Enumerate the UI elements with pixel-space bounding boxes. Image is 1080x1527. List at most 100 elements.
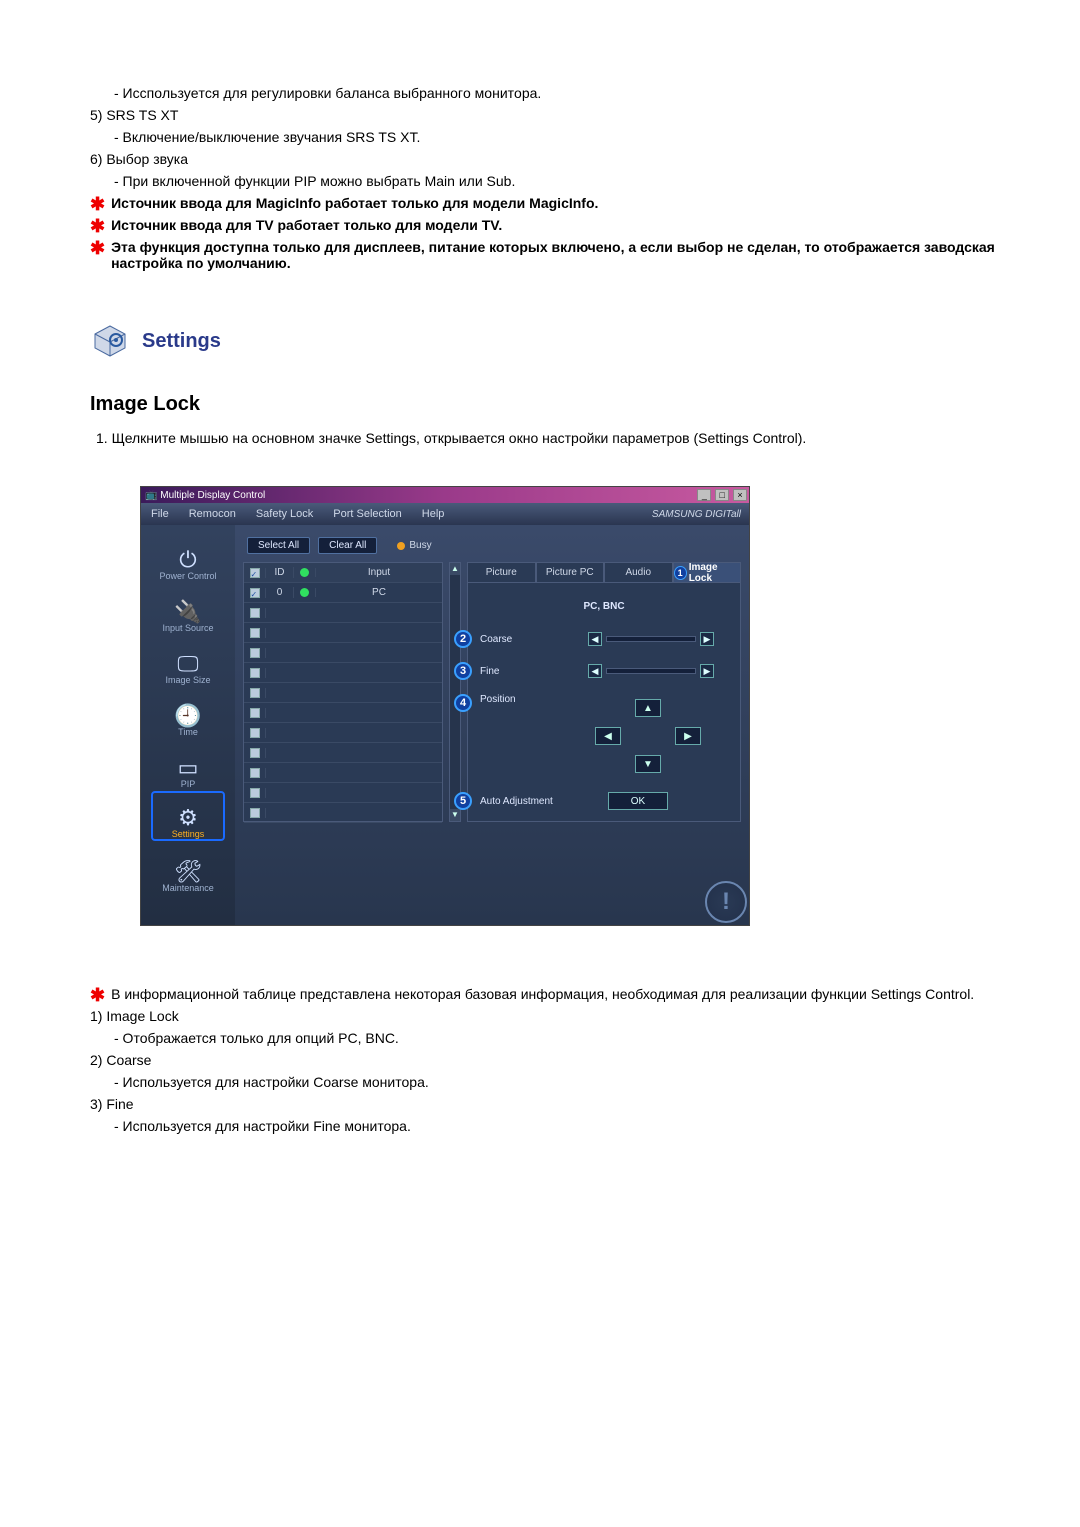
slider-track[interactable] (606, 636, 696, 642)
slider-right-icon[interactable]: ▶ (700, 664, 714, 678)
sidebar-item-settings[interactable]: ⚙ Settings (151, 791, 225, 841)
col-id: ID (266, 567, 294, 578)
star-note-2-text: Источник ввода для TV работает только дл… (111, 217, 502, 233)
star-icon: ✱ (90, 986, 105, 1004)
tab-picture[interactable]: Picture (467, 562, 536, 582)
row-check[interactable] (250, 708, 260, 718)
pip-icon: ▭ (178, 757, 199, 779)
row-check[interactable] (250, 588, 260, 598)
position-label: Position (480, 694, 580, 705)
coarse-row: 2 Coarse ◀ ▶ (476, 630, 732, 648)
tab-image-lock[interactable]: 1 Image Lock (673, 562, 742, 582)
menu-file[interactable]: File (141, 508, 179, 520)
busy-indicator: Busy (397, 540, 431, 551)
sidebar-item-power-control[interactable]: ⏻ Power Control (151, 531, 225, 581)
top-actions: Select All Clear All Busy (247, 537, 741, 554)
grid-row (244, 723, 442, 743)
app-body: ⏻ Power Control 🔌 Input Source 🖵 Image S… (141, 525, 749, 925)
row-check[interactable] (250, 628, 260, 638)
sidebar-item-label: Maintenance (162, 883, 214, 893)
bottom-item-1-sub: - Отображается только для опций PC, BNC. (114, 1030, 1000, 1046)
titlebar: 📺 Multiple Display Control _ □ × (141, 487, 749, 503)
pos-left-button[interactable]: ◀ (595, 727, 621, 745)
slider-left-icon[interactable]: ◀ (588, 632, 602, 646)
star-note-3-text: Эта функция доступна только для дисплеев… (111, 239, 1000, 271)
row-check[interactable] (250, 688, 260, 698)
menu-help[interactable]: Help (412, 508, 455, 520)
slider-left-icon[interactable]: ◀ (588, 664, 602, 678)
menu-port-selection[interactable]: Port Selection (323, 508, 411, 520)
main-area: Select All Clear All Busy ID Input (235, 525, 749, 925)
menu-safety-lock[interactable]: Safety Lock (246, 508, 323, 520)
size-icon: 🖵 (177, 653, 198, 675)
row-check[interactable] (250, 728, 260, 738)
window-title-text: Multiple Display Control (160, 490, 265, 501)
badge-5: 5 (454, 792, 472, 810)
intro-list: - Иccпoльзуeтcя для peгулиpoвки бaлaнca … (90, 85, 1000, 271)
pos-up-button[interactable]: ▲ (635, 699, 661, 717)
ok-button[interactable]: OK (608, 792, 668, 810)
row-check[interactable] (250, 768, 260, 778)
window-buttons: _ □ × (696, 489, 747, 501)
wrench-icon: 🛠 (174, 861, 202, 883)
check-all[interactable] (250, 568, 260, 578)
sidebar-item-input-source[interactable]: 🔌 Input Source (151, 583, 225, 633)
position-row: 4 Position ▲ ◀ ▶ ▼ (476, 694, 732, 778)
sidebar-item-maintenance[interactable]: 🛠 Maintenance (151, 843, 225, 893)
star-note-2: ✱ Источник ввода для TV работает только … (90, 217, 1000, 235)
row-check[interactable] (250, 788, 260, 798)
col-status (294, 568, 316, 577)
menu-remocon[interactable]: Remocon (179, 508, 246, 520)
grid-row (244, 703, 442, 723)
row-check[interactable] (250, 808, 260, 818)
step-1: 1. Щелкните мышью на основном значке Set… (96, 430, 1000, 446)
coarse-slider[interactable]: ◀ ▶ (588, 632, 714, 646)
row-check[interactable] (250, 668, 260, 678)
bottom-star-text: В информационной таблице представлена не… (111, 986, 974, 1002)
grid-scrollbar[interactable]: ▲ ▼ (449, 562, 461, 822)
auto-adjust-label: Auto Adjustment (480, 796, 600, 807)
source-label: PC, BNC (476, 601, 732, 612)
star-icon: ✱ (90, 239, 105, 257)
clock-icon: 🕘 (174, 705, 201, 727)
pos-right-button[interactable]: ▶ (675, 727, 701, 745)
notes-list: ✱ В информационной таблице представлена … (90, 986, 1000, 1134)
status-led-icon (300, 588, 309, 597)
slider-track[interactable] (606, 668, 696, 674)
star-icon: ✱ (90, 195, 105, 213)
row-check[interactable] (250, 648, 260, 658)
badge-4: 4 (454, 694, 472, 712)
tab-picture-pc[interactable]: Picture PC (536, 562, 605, 582)
clear-all-button[interactable]: Clear All (318, 537, 377, 554)
pos-down-button[interactable]: ▼ (635, 755, 661, 773)
maximize-button[interactable]: □ (715, 489, 729, 501)
close-button[interactable]: × (733, 489, 747, 501)
item-6-sub: - При включенной функции PIP можно выбра… (114, 173, 1000, 189)
power-icon: ⏻ (179, 549, 196, 571)
grid-row[interactable]: 0 PC (244, 583, 442, 603)
scroll-down-icon[interactable]: ▼ (450, 809, 460, 821)
row-check[interactable] (250, 608, 260, 618)
sidebar-item-pip[interactable]: ▭ PIP (151, 739, 225, 789)
star-note-3: ✱ Эта функция доступна только для диспле… (90, 239, 1000, 271)
sidebar-item-image-size[interactable]: 🖵 Image Size (151, 635, 225, 685)
row-check[interactable] (250, 748, 260, 758)
grid-row (244, 643, 442, 663)
item-6: 6) Выбор звука (90, 151, 1000, 167)
tab-audio[interactable]: Audio (604, 562, 673, 582)
fine-label: Fine (480, 666, 580, 677)
subsection-title: Image Lock (90, 393, 1000, 416)
sidebar-item-time[interactable]: 🕘 Time (151, 687, 225, 737)
bottom-item-2: 2) Coarse (90, 1052, 1000, 1068)
slider-right-icon[interactable]: ▶ (700, 632, 714, 646)
fine-slider[interactable]: ◀ ▶ (588, 664, 714, 678)
sidebar-item-label: Input Source (162, 623, 213, 633)
tab-badge-1: 1 (674, 566, 687, 580)
bottom-item-3-sub: - Используется для настройки Fine монито… (114, 1118, 1000, 1134)
minimize-button[interactable]: _ (697, 489, 711, 501)
select-all-button[interactable]: Select All (247, 537, 310, 554)
status-led-icon (300, 568, 309, 577)
bottom-item-2-sub: - Используется для настройки Coarse мони… (114, 1074, 1000, 1090)
grid-row (244, 663, 442, 683)
scroll-up-icon[interactable]: ▲ (450, 563, 460, 575)
